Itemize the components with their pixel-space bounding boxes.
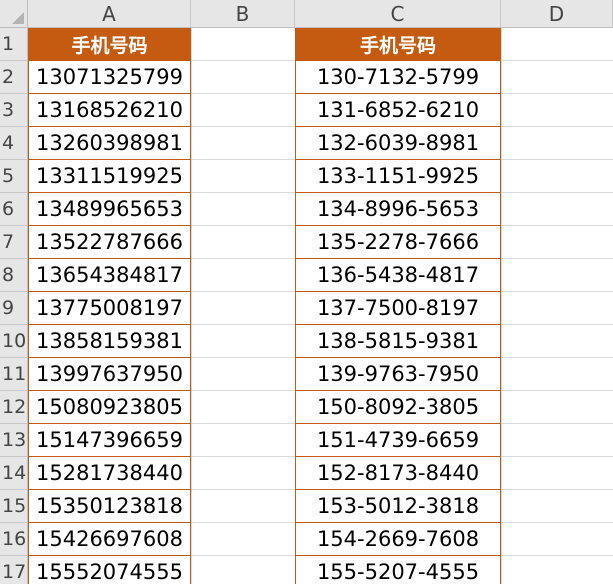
column-c-phone-cell[interactable]: 132-6039-8981 (295, 127, 501, 160)
column-a-phone-cell[interactable]: 13311519925 (28, 160, 191, 193)
column-c-phone-cell[interactable]: 154-2669-7608 (295, 523, 501, 556)
column-a-phone-cell[interactable]: 13168526210 (28, 94, 191, 127)
column-c-phone-cell[interactable]: 153-5012-3818 (295, 490, 501, 523)
column-a-phone-cell[interactable]: 15552074555 (28, 556, 191, 584)
column-c-phone-cell[interactable]: 137-7500-8197 (295, 292, 501, 325)
row-header[interactable]: 17 (0, 556, 28, 584)
row-header[interactable]: 8 (0, 259, 28, 292)
column-c-phone-cell[interactable]: 139-9763-7950 (295, 358, 501, 391)
row-header[interactable]: 14 (0, 457, 28, 490)
row-header[interactable]: 2 (0, 61, 28, 94)
select-all-triangle-icon (12, 12, 24, 24)
row-header[interactable]: 3 (0, 94, 28, 127)
column-a-phone-cell[interactable]: 15147396659 (28, 424, 191, 457)
column-c-phone-cell[interactable]: 150-8092-3805 (295, 391, 501, 424)
column-c-phone-cell[interactable]: 138-5815-9381 (295, 325, 501, 358)
column-a-header-cell[interactable]: 手机号码 (28, 28, 191, 61)
column-a-phone-cell[interactable]: 13858159381 (28, 325, 191, 358)
row-header[interactable]: 4 (0, 127, 28, 160)
column-a-phone-cell[interactable]: 13997637950 (28, 358, 191, 391)
column-c-phone-cell[interactable]: 133-1151-9925 (295, 160, 501, 193)
row-header[interactable]: 1 (0, 28, 28, 61)
column-header-b[interactable]: B (191, 0, 295, 28)
column-a-phone-cell[interactable]: 13489965653 (28, 193, 191, 226)
column-a-phone-cell[interactable]: 15281738440 (28, 457, 191, 490)
select-all-button[interactable] (0, 0, 28, 28)
row-header[interactable]: 15 (0, 490, 28, 523)
row-header[interactable]: 11 (0, 358, 28, 391)
gridline-vertical (191, 28, 192, 584)
column-c-phone-cell[interactable]: 151-4739-6659 (295, 424, 501, 457)
column-header-a[interactable]: A (28, 0, 191, 28)
row-header[interactable]: 6 (0, 193, 28, 226)
column-a-phone-cell[interactable]: 13260398981 (28, 127, 191, 160)
column-a-phone-cell[interactable]: 13654384817 (28, 259, 191, 292)
column-a-phone-cell[interactable]: 15426697608 (28, 523, 191, 556)
column-a-phone-cell[interactable]: 13775008197 (28, 292, 191, 325)
spreadsheet: A B C D 1 2 3 4 5 6 7 8 9 10 11 12 13 14 15 16 17 手机号码 13… (0, 0, 613, 584)
column-c-phone-cell[interactable]: 134-8996-5653 (295, 193, 501, 226)
column-c-phone-cell[interactable]: 152-8173-8440 (295, 457, 501, 490)
gridline-vertical (501, 28, 502, 584)
column-c-phone-cell[interactable]: 130-7132-5799 (295, 61, 501, 94)
row-header[interactable]: 16 (0, 523, 28, 556)
row-header[interactable]: 9 (0, 292, 28, 325)
column-c-phone-cell[interactable]: 136-5438-4817 (295, 259, 501, 292)
row-header[interactable]: 7 (0, 226, 28, 259)
column-a-phone-cell[interactable]: 15350123818 (28, 490, 191, 523)
column-header-c[interactable]: C (295, 0, 501, 28)
row-header[interactable]: 10 (0, 325, 28, 358)
column-header-d[interactable]: D (501, 0, 613, 28)
column-a-phone-cell[interactable]: 15080923805 (28, 391, 191, 424)
column-c-header-cell[interactable]: 手机号码 (295, 28, 501, 61)
column-c-phone-cell[interactable]: 155-5207-4555 (295, 556, 501, 584)
row-header[interactable]: 13 (0, 424, 28, 457)
column-c-phone-cell[interactable]: 135-2278-7666 (295, 226, 501, 259)
column-c-phone-cell[interactable]: 131-6852-6210 (295, 94, 501, 127)
row-header[interactable]: 12 (0, 391, 28, 424)
column-a-phone-cell[interactable]: 13522787666 (28, 226, 191, 259)
column-a-phone-cell[interactable]: 13071325799 (28, 61, 191, 94)
row-header[interactable]: 5 (0, 160, 28, 193)
